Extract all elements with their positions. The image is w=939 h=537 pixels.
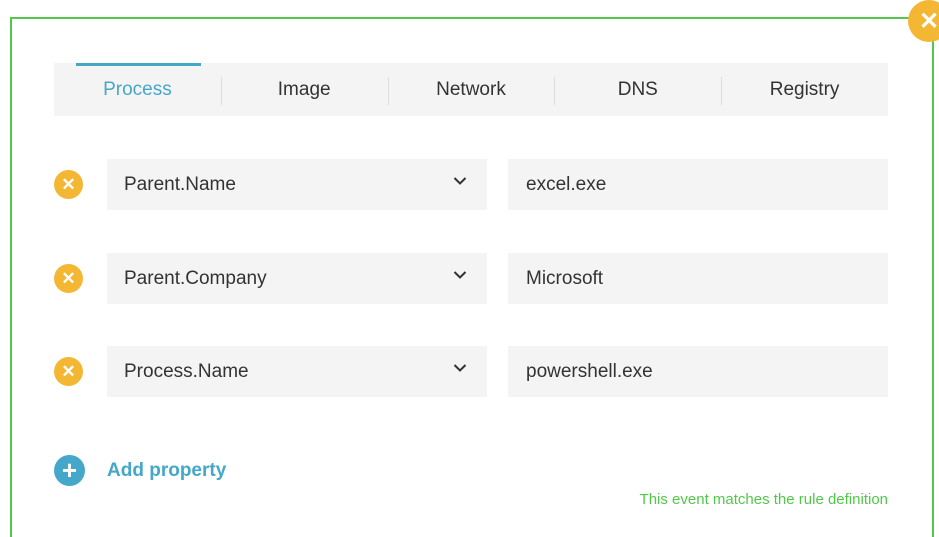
tab-image[interactable]: Image [220,63,388,116]
property-select-value: Parent.Company [124,267,267,289]
tab-bar: Process Image Network DNS Registry [54,63,888,116]
tab-network[interactable]: Network [387,63,555,116]
tab-process[interactable]: Process [54,63,221,116]
tab-dns[interactable]: DNS [554,63,721,116]
property-select[interactable]: Parent.Name [107,159,487,210]
value-field[interactable]: Microsoft [508,253,888,304]
chevron-down-icon [453,177,467,185]
value-field[interactable]: powershell.exe [508,346,888,397]
plus-circle-icon: + [54,455,85,486]
tab-registry[interactable]: Registry [721,63,888,116]
condition-row: ✕ Parent.Company Microsoft [54,253,888,304]
property-select[interactable]: Parent.Company [107,253,487,304]
match-status-text: This event matches the rule definition [639,491,888,508]
property-select-value: Process.Name [124,360,249,382]
condition-row: ✕ Parent.Name excel.exe [54,159,888,210]
property-select-value: Parent.Name [124,173,236,195]
add-property-label: Add property [107,459,227,481]
remove-condition-icon[interactable]: ✕ [54,264,83,293]
remove-condition-icon[interactable]: ✕ [54,357,83,386]
chevron-down-icon [453,364,467,372]
value-field[interactable]: excel.exe [508,159,888,210]
chevron-down-icon [453,271,467,279]
condition-row: ✕ Process.Name powershell.exe [54,346,888,397]
add-property-button[interactable]: + Add property [54,455,226,486]
remove-condition-icon[interactable]: ✕ [54,170,83,199]
property-select[interactable]: Process.Name [107,346,487,397]
